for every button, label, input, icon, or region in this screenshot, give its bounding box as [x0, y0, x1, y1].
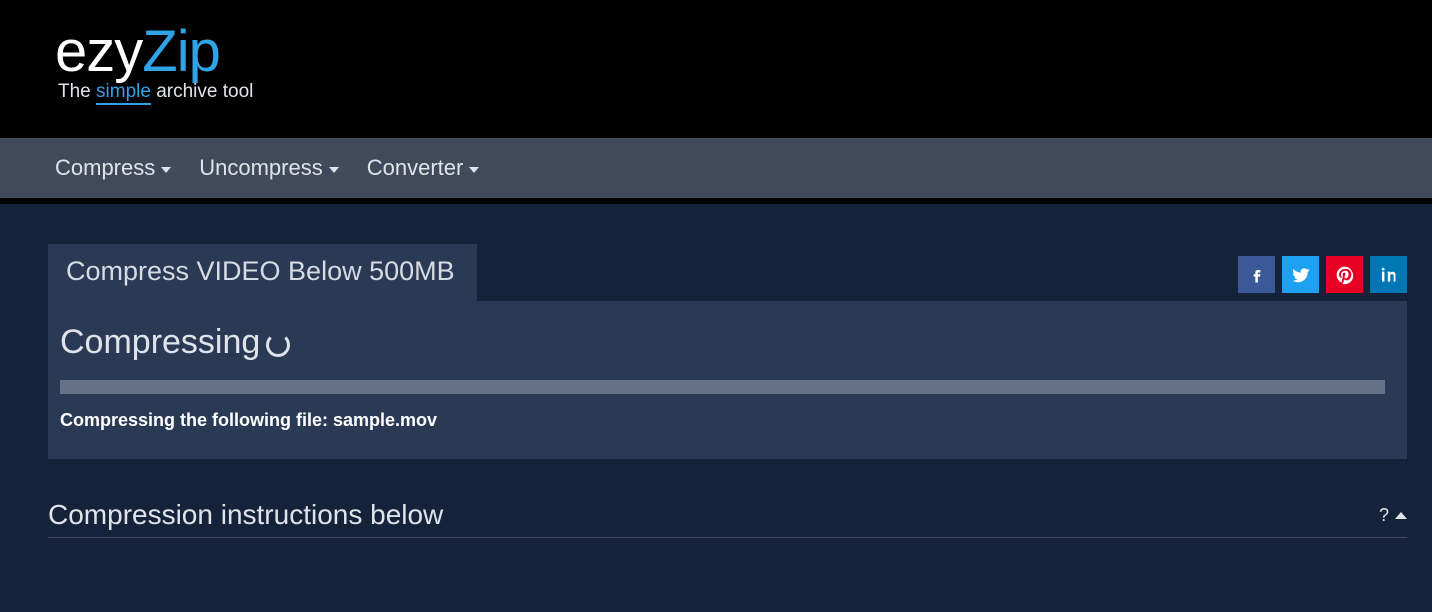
nav-bar: Compress Uncompress Converter	[0, 138, 1432, 204]
chevron-down-icon	[329, 167, 339, 173]
logo-part-ezy: ezy	[55, 18, 142, 85]
social-share-row	[1238, 256, 1407, 293]
nav-item-converter[interactable]: Converter	[367, 155, 480, 181]
nav-item-compress[interactable]: Compress	[55, 155, 171, 181]
chevron-up-icon	[1395, 512, 1407, 519]
logo-part-zip: Zip	[142, 18, 220, 85]
compressing-panel: Compressing Compressing the following fi…	[48, 301, 1407, 459]
instructions-title: Compression instructions below	[48, 499, 443, 531]
share-facebook-button[interactable]	[1238, 256, 1275, 293]
pinterest-icon	[1335, 265, 1355, 285]
tagline-prefix: The	[58, 81, 96, 102]
title-row: Compress VIDEO Below 500MB	[48, 244, 1407, 301]
tagline-suffix: archive tool	[151, 81, 253, 102]
top-header: ezyZip The simple archive tool	[0, 0, 1432, 138]
share-pinterest-button[interactable]	[1326, 256, 1363, 293]
share-twitter-button[interactable]	[1282, 256, 1319, 293]
instructions-toggle-row[interactable]: Compression instructions below ?	[48, 499, 1407, 538]
logo[interactable]: ezyZip	[55, 18, 1432, 85]
nav-label: Converter	[367, 155, 464, 181]
spinner-icon	[266, 333, 290, 357]
progress-bar	[60, 380, 1385, 394]
chevron-down-icon	[469, 167, 479, 173]
linkedin-icon	[1379, 265, 1399, 285]
nav-item-uncompress[interactable]: Uncompress	[199, 155, 338, 181]
instructions-toggle: ?	[1379, 505, 1407, 526]
facebook-icon	[1247, 265, 1267, 285]
page-title: Compress VIDEO Below 500MB	[48, 244, 477, 301]
nav-label: Uncompress	[199, 155, 322, 181]
nav-label: Compress	[55, 155, 155, 181]
twitter-icon	[1291, 265, 1311, 285]
tagline: The simple archive tool	[58, 81, 1432, 103]
compressing-heading: Compressing	[60, 323, 260, 362]
help-icon: ?	[1379, 505, 1389, 526]
chevron-down-icon	[161, 167, 171, 173]
compressing-status: Compressing the following file: sample.m…	[60, 410, 1385, 431]
compressing-heading-row: Compressing	[60, 323, 1385, 362]
main-content: Compress VIDEO Below 500MB Compressing C…	[0, 204, 1432, 538]
tagline-highlight: simple	[96, 81, 151, 105]
share-linkedin-button[interactable]	[1370, 256, 1407, 293]
